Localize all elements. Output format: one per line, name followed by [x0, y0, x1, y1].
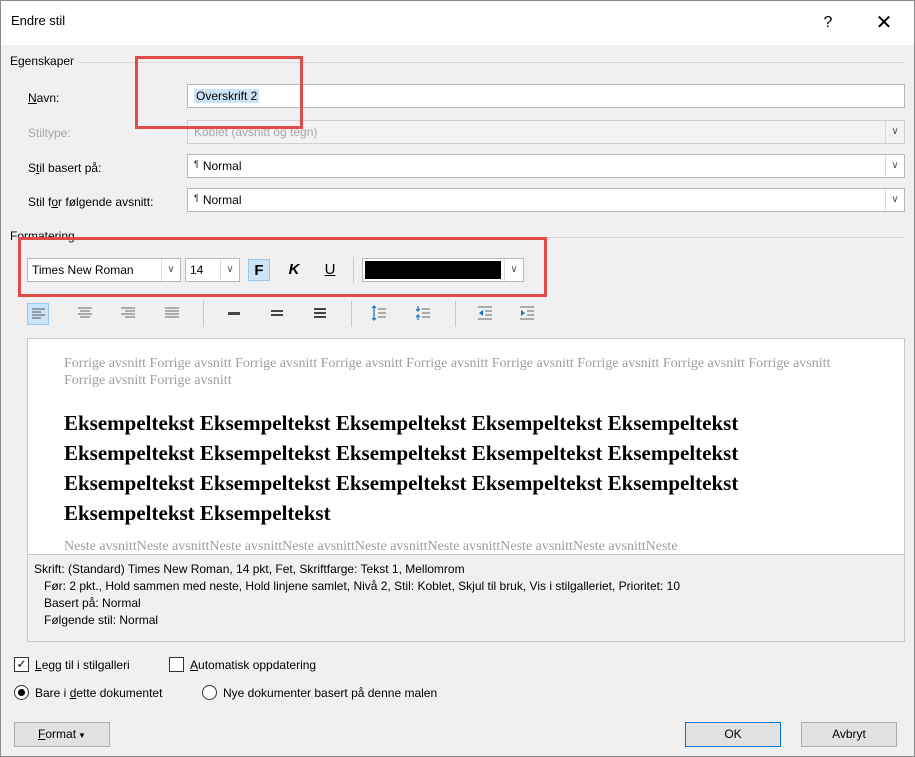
ok-button[interactable]: OK — [685, 722, 781, 747]
based-on-select[interactable]: ¶ Normal ∨ — [187, 154, 905, 178]
increase-indent-icon — [520, 306, 534, 320]
align-right-icon — [121, 307, 135, 318]
dialog-title: Endre stil — [11, 13, 66, 28]
preview-sample-text: Eksempeltekst Eksempeltekst Eksempelteks… — [64, 411, 739, 525]
double-spacing-icon — [314, 308, 326, 318]
only-this-document-label[interactable]: Bare i dette dokumentet — [35, 686, 162, 700]
modify-style-dialog: Endre stil ? ✕ Egenskaper Navn: Overskri… — [0, 0, 915, 757]
help-button[interactable]: ? — [814, 9, 842, 37]
single-spacing-button[interactable] — [224, 303, 246, 325]
properties-group-label: Egenskaper — [10, 54, 79, 68]
toolbar-separator — [351, 301, 352, 327]
following-style-label: Stil for følgende avsnitt: — [28, 195, 154, 209]
close-button[interactable]: ✕ — [867, 9, 901, 37]
one-half-spacing-button[interactable] — [267, 303, 289, 325]
justify-icon — [165, 307, 179, 318]
name-label: Navn: — [28, 91, 60, 105]
align-center-icon — [78, 307, 92, 318]
based-on-value: Normal — [202, 159, 242, 173]
only-this-document-radio[interactable] — [14, 685, 29, 700]
new-documents-radio[interactable] — [202, 685, 217, 700]
spacing-increase-icon — [371, 305, 386, 321]
align-left-icon — [32, 308, 45, 319]
increase-indent-button[interactable] — [517, 303, 539, 325]
based-on-label: Stil basert på: — [28, 161, 102, 175]
toolbar-separator — [203, 301, 204, 327]
annotation-highlight-box — [135, 56, 303, 129]
double-spacing-button[interactable] — [310, 303, 332, 325]
style-preview: Forrige avsnitt Forrige avsnitt Forrige … — [27, 338, 905, 555]
decrease-indent-button[interactable] — [475, 303, 497, 325]
align-center-button[interactable] — [75, 303, 97, 325]
chevron-down-icon: ∨ — [885, 155, 904, 177]
align-right-button[interactable] — [118, 303, 140, 325]
title-bar: Endre stil ? ✕ — [1, 1, 914, 45]
add-to-gallery-label[interactable]: Legg til i stilgalleri — [35, 658, 130, 672]
description-line: Før: 2 pkt., Hold sammen med neste, Hold… — [44, 579, 681, 593]
increase-spacing-before-button[interactable] — [369, 303, 391, 325]
toolbar-separator — [455, 301, 456, 327]
one-half-spacing-icon — [271, 310, 283, 316]
decrease-indent-icon — [478, 306, 492, 320]
single-spacing-icon — [228, 312, 240, 315]
paragraph-style-icon: ¶ — [194, 193, 199, 203]
description-line: Følgende stil: Normal — [44, 613, 159, 627]
align-left-button[interactable] — [27, 303, 49, 325]
following-style-select[interactable]: ¶ Normal ∨ — [187, 188, 905, 212]
chevron-down-icon: ∨ — [885, 189, 904, 211]
preview-next-paragraph: Neste avsnittNeste avsnittNeste avsnittN… — [64, 539, 678, 554]
spacing-decrease-icon — [415, 306, 430, 320]
description-line: Skrift: (Standard) Times New Roman, 14 p… — [34, 562, 465, 576]
style-type-label: Stiltype: — [28, 126, 71, 140]
format-menu-button[interactable]: Format ▼ — [14, 722, 110, 747]
decrease-spacing-before-button[interactable] — [413, 303, 435, 325]
justify-button[interactable] — [162, 303, 184, 325]
cancel-button[interactable]: Avbryt — [801, 722, 897, 747]
style-description: Skrift: (Standard) Times New Roman, 14 p… — [27, 554, 905, 642]
add-to-gallery-checkbox[interactable]: ✓ — [14, 657, 29, 672]
new-documents-label[interactable]: Nye dokumenter basert på denne malen — [223, 686, 437, 700]
following-style-value: Normal — [202, 193, 242, 207]
description-line: Basert på: Normal — [44, 596, 141, 610]
paragraph-style-icon: ¶ — [194, 159, 199, 169]
auto-update-label[interactable]: Automatisk oppdatering — [190, 658, 316, 672]
chevron-down-icon: ∨ — [885, 121, 904, 143]
annotation-highlight-box — [18, 237, 547, 297]
dropdown-arrow-icon: ▼ — [78, 731, 86, 740]
auto-update-checkbox[interactable] — [169, 657, 184, 672]
preview-previous-paragraph: Forrige avsnitt Forrige avsnitt Forrige … — [64, 356, 831, 388]
